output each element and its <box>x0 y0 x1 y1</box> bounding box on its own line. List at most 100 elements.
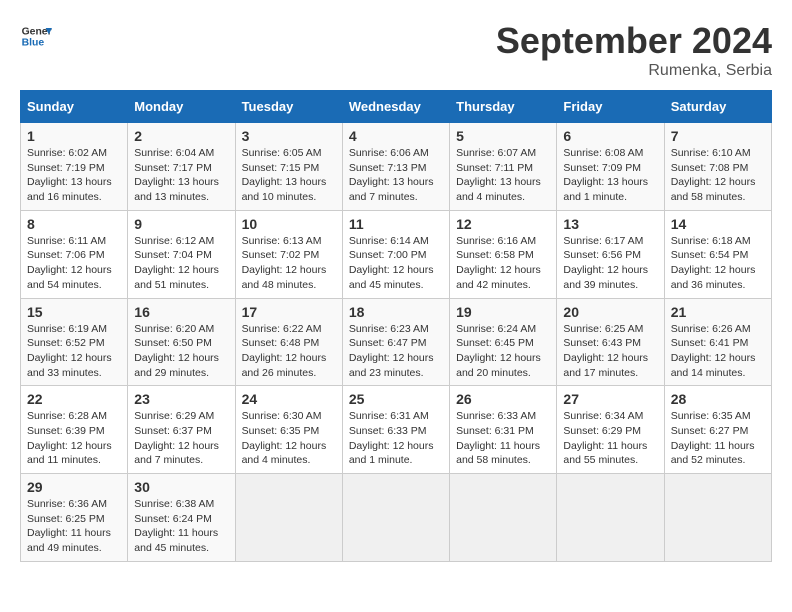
calendar-cell: 3 Sunrise: 6:05 AM Sunset: 7:15 PM Daylig… <box>235 123 342 211</box>
day-info: Sunrise: 6:05 AM Sunset: 7:15 PM Dayligh… <box>242 146 336 205</box>
page-header: General Blue September 2024 Rumenka, Ser… <box>20 20 772 80</box>
header-wednesday: Wednesday <box>342 91 449 123</box>
day-number: 28 <box>671 391 765 407</box>
day-number: 1 <box>27 128 121 144</box>
calendar-week-5: 29 Sunrise: 6:36 AM Sunset: 6:25 PM Dayli… <box>21 474 772 562</box>
calendar-cell: 24 Sunrise: 6:30 AM Sunset: 6:35 PM Dayli… <box>235 386 342 474</box>
day-number: 14 <box>671 216 765 232</box>
calendar-cell: 7 Sunrise: 6:10 AM Sunset: 7:08 PM Daylig… <box>664 123 771 211</box>
day-number: 7 <box>671 128 765 144</box>
day-info: Sunrise: 6:30 AM Sunset: 6:35 PM Dayligh… <box>242 409 336 468</box>
calendar-cell: 12Sunrise: 6:16 AM Sunset: 6:58 PM Dayli… <box>450 210 557 298</box>
day-info: Sunrise: 6:28 AM Sunset: 6:39 PM Dayligh… <box>27 409 121 468</box>
day-info: Sunrise: 6:35 AM Sunset: 6:27 PM Dayligh… <box>671 409 765 468</box>
day-number: 15 <box>27 304 121 320</box>
day-number: 21 <box>671 304 765 320</box>
day-number: 19 <box>456 304 550 320</box>
calendar-cell: 28 Sunrise: 6:35 AM Sunset: 6:27 PM Dayli… <box>664 386 771 474</box>
day-number: 4 <box>349 128 443 144</box>
calendar-cell: 16Sunrise: 6:20 AM Sunset: 6:50 PM Dayli… <box>128 298 235 386</box>
day-number: 22 <box>27 391 121 407</box>
calendar-cell: 23 Sunrise: 6:29 AM Sunset: 6:37 PM Dayli… <box>128 386 235 474</box>
day-info: Sunrise: 6:26 AM Sunset: 6:41 PM Dayligh… <box>671 322 765 381</box>
calendar-cell: 6 Sunrise: 6:08 AM Sunset: 7:09 PM Daylig… <box>557 123 664 211</box>
calendar-week-4: 22 Sunrise: 6:28 AM Sunset: 6:39 PM Dayli… <box>21 386 772 474</box>
calendar-cell: 10 Sunrise: 6:13 AM Sunset: 7:02 PM Dayli… <box>235 210 342 298</box>
day-info: Sunrise: 6:29 AM Sunset: 6:37 PM Dayligh… <box>134 409 228 468</box>
calendar-cell: 4 Sunrise: 6:06 AM Sunset: 7:13 PM Daylig… <box>342 123 449 211</box>
day-number: 2 <box>134 128 228 144</box>
calendar-cell: 27Sunrise: 6:34 AM Sunset: 6:29 PM Dayli… <box>557 386 664 474</box>
day-info: Sunrise: 6:08 AM Sunset: 7:09 PM Dayligh… <box>563 146 657 205</box>
day-info: Sunrise: 6:25 AM Sunset: 6:43 PM Dayligh… <box>563 322 657 381</box>
calendar-cell: 17 Sunrise: 6:22 AM Sunset: 6:48 PM Dayli… <box>235 298 342 386</box>
calendar-cell: 30 Sunrise: 6:38 AM Sunset: 6:24 PM Dayli… <box>128 474 235 562</box>
calendar-cell: 5 Sunrise: 6:07 AM Sunset: 7:11 PM Daylig… <box>450 123 557 211</box>
calendar-cell: 1 Sunrise: 6:02 AM Sunset: 7:19 PM Daylig… <box>21 123 128 211</box>
day-number: 16 <box>134 304 228 320</box>
header-monday: Monday <box>128 91 235 123</box>
day-info: Sunrise: 6:10 AM Sunset: 7:08 PM Dayligh… <box>671 146 765 205</box>
header-sunday: Sunday <box>21 91 128 123</box>
day-number: 8 <box>27 216 121 232</box>
day-number: 26 <box>456 391 550 407</box>
day-info: Sunrise: 6:22 AM Sunset: 6:48 PM Dayligh… <box>242 322 336 381</box>
day-number: 18 <box>349 304 443 320</box>
day-info: Sunrise: 6:24 AM Sunset: 6:45 PM Dayligh… <box>456 322 550 381</box>
calendar-cell: 14Sunrise: 6:18 AM Sunset: 6:54 PM Dayli… <box>664 210 771 298</box>
day-info: Sunrise: 6:02 AM Sunset: 7:19 PM Dayligh… <box>27 146 121 205</box>
day-number: 29 <box>27 479 121 495</box>
day-info: Sunrise: 6:36 AM Sunset: 6:25 PM Dayligh… <box>27 497 121 556</box>
day-number: 6 <box>563 128 657 144</box>
day-number: 25 <box>349 391 443 407</box>
title-block: September 2024 Rumenka, Serbia <box>496 20 772 80</box>
calendar-week-3: 15 Sunrise: 6:19 AM Sunset: 6:52 PM Dayli… <box>21 298 772 386</box>
day-number: 9 <box>134 216 228 232</box>
day-number: 10 <box>242 216 336 232</box>
day-number: 12 <box>456 216 550 232</box>
day-info: Sunrise: 6:04 AM Sunset: 7:17 PM Dayligh… <box>134 146 228 205</box>
calendar-cell <box>235 474 342 562</box>
header-saturday: Saturday <box>664 91 771 123</box>
day-info: Sunrise: 6:31 AM Sunset: 6:33 PM Dayligh… <box>349 409 443 468</box>
day-number: 20 <box>563 304 657 320</box>
calendar-week-1: 1 Sunrise: 6:02 AM Sunset: 7:19 PM Daylig… <box>21 123 772 211</box>
svg-text:Blue: Blue <box>22 38 45 49</box>
day-number: 3 <box>242 128 336 144</box>
calendar-cell: 21 Sunrise: 6:26 AM Sunset: 6:41 PM Dayli… <box>664 298 771 386</box>
day-number: 17 <box>242 304 336 320</box>
day-number: 13 <box>563 216 657 232</box>
calendar-cell <box>342 474 449 562</box>
calendar-cell: 26 Sunrise: 6:33 AM Sunset: 6:31 PM Dayli… <box>450 386 557 474</box>
day-number: 24 <box>242 391 336 407</box>
calendar-cell <box>664 474 771 562</box>
day-number: 5 <box>456 128 550 144</box>
day-info: Sunrise: 6:33 AM Sunset: 6:31 PM Dayligh… <box>456 409 550 468</box>
day-number: 30 <box>134 479 228 495</box>
calendar-table: SundayMondayTuesdayWednesdayThursdayFrid… <box>20 90 772 562</box>
calendar-cell: 15 Sunrise: 6:19 AM Sunset: 6:52 PM Dayli… <box>21 298 128 386</box>
calendar-cell: 13 Sunrise: 6:17 AM Sunset: 6:56 PM Dayli… <box>557 210 664 298</box>
calendar-cell: 9 Sunrise: 6:12 AM Sunset: 7:04 PM Daylig… <box>128 210 235 298</box>
day-number: 23 <box>134 391 228 407</box>
day-number: 11 <box>349 216 443 232</box>
calendar-cell: 11 Sunrise: 6:14 AM Sunset: 7:00 PM Dayli… <box>342 210 449 298</box>
calendar-header-row: SundayMondayTuesdayWednesdayThursdayFrid… <box>21 91 772 123</box>
day-info: Sunrise: 6:23 AM Sunset: 6:47 PM Dayligh… <box>349 322 443 381</box>
month-title: September 2024 <box>496 20 772 62</box>
day-info: Sunrise: 6:14 AM Sunset: 7:00 PM Dayligh… <box>349 234 443 293</box>
calendar-cell: 2 Sunrise: 6:04 AM Sunset: 7:17 PM Daylig… <box>128 123 235 211</box>
day-info: Sunrise: 6:38 AM Sunset: 6:24 PM Dayligh… <box>134 497 228 556</box>
day-info: Sunrise: 6:19 AM Sunset: 6:52 PM Dayligh… <box>27 322 121 381</box>
day-info: Sunrise: 6:07 AM Sunset: 7:11 PM Dayligh… <box>456 146 550 205</box>
day-info: Sunrise: 6:12 AM Sunset: 7:04 PM Dayligh… <box>134 234 228 293</box>
day-info: Sunrise: 6:11 AM Sunset: 7:06 PM Dayligh… <box>27 234 121 293</box>
calendar-week-2: 8 Sunrise: 6:11 AM Sunset: 7:06 PM Daylig… <box>21 210 772 298</box>
day-info: Sunrise: 6:06 AM Sunset: 7:13 PM Dayligh… <box>349 146 443 205</box>
logo: General Blue <box>20 20 52 52</box>
day-info: Sunrise: 6:13 AM Sunset: 7:02 PM Dayligh… <box>242 234 336 293</box>
day-info: Sunrise: 6:17 AM Sunset: 6:56 PM Dayligh… <box>563 234 657 293</box>
subtitle: Rumenka, Serbia <box>496 62 772 80</box>
calendar-cell: 29 Sunrise: 6:36 AM Sunset: 6:25 PM Dayli… <box>21 474 128 562</box>
calendar-cell: 18 Sunrise: 6:23 AM Sunset: 6:47 PM Dayli… <box>342 298 449 386</box>
